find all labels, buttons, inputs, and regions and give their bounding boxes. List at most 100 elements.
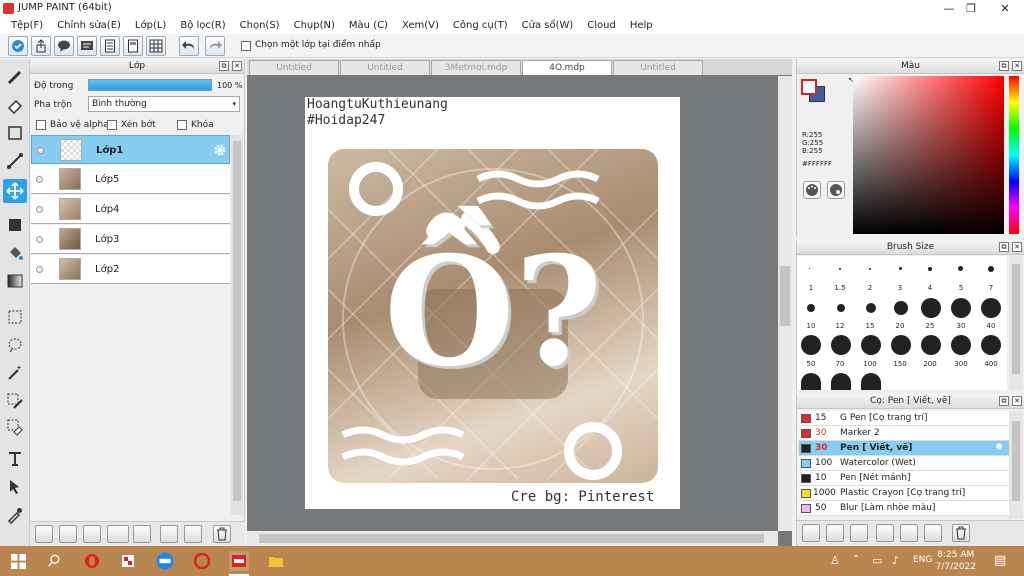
opera-app[interactable] [82,551,102,571]
brush-size-option[interactable] [891,335,911,355]
brush-size-option[interactable] [831,335,851,355]
palette-settings-button[interactable] [827,181,845,199]
new-layer-8bit-button[interactable] [59,525,77,543]
eraser-tool[interactable] [3,93,27,117]
brush-copy-button[interactable] [850,524,868,542]
brush-item[interactable]: 100 Watercolor (Wet) [799,456,1009,471]
canvas-horizontal-scrollbar[interactable] [247,531,778,546]
tray-chevron-icon[interactable]: ⌃ [852,554,860,565]
snipping-app[interactable] [118,551,138,571]
brush-size-option[interactable] [809,268,810,269]
brush-item[interactable]: 30 Pen [ Viết, vẽ] ✹ [799,441,1009,456]
people-icon[interactable]: ♙ [830,554,840,567]
lasso-tool[interactable] [3,333,27,357]
menu-edit[interactable]: Chỉnh sửa(E) [50,20,128,31]
popout-icon[interactable]: ⧉ [219,61,229,71]
text-tool[interactable] [3,447,27,471]
popout-icon[interactable]: ⧉ [999,61,1009,71]
brush-item[interactable]: 1000 Plastic Crayon [Cọ trang trí] [799,486,1009,501]
menu-filter[interactable]: Bộ lọc(R) [173,20,232,31]
brush-size-option[interactable] [958,266,963,271]
menu-color[interactable]: Màu (C) [342,20,395,31]
magic-wand-tool[interactable] [3,361,27,385]
network-icon[interactable]: ▭ [872,554,882,567]
foreground-color-swatch[interactable] [801,79,817,95]
popout-icon[interactable]: ⧉ [999,396,1009,406]
opera-gx-app[interactable] [192,551,212,571]
opacity-slider[interactable] [88,79,212,91]
select-pen-tool[interactable] [3,389,27,413]
layer-row[interactable]: Lớp2 [31,255,230,284]
line-tool[interactable] [3,149,27,173]
brush-item[interactable]: 30 Marker 2 [799,426,1009,441]
gear-icon[interactable] [213,143,227,157]
brush-size-option[interactable] [928,267,932,271]
language-indicator[interactable]: ENG [913,555,932,565]
lock-checkbox[interactable] [177,120,187,130]
brush-item[interactable]: 50 Blur [Làm nhòe màu] [799,501,1009,516]
layer-scrollbar[interactable] [231,135,243,515]
drawing-canvas[interactable]: HoangtuKuthieunang #Hoidap247 Ồ? Cre bg:… [305,97,680,509]
menu-help[interactable]: Help [623,20,660,31]
brush-new-button[interactable] [826,524,844,542]
new-layer-1bit-button[interactable] [83,525,101,543]
share-button[interactable] [31,36,51,56]
brush-size-option[interactable] [861,335,881,355]
select-layer-checkbox[interactable] [241,41,251,51]
brush-duplicate-button[interactable] [924,524,942,542]
tab-untitled-3[interactable]: Untitled [613,60,703,75]
visibility-toggle[interactable] [37,147,44,154]
gear-icon[interactable]: ✹ [995,441,1003,455]
notification-icon[interactable]: ▤ [994,553,1006,568]
menu-cloud[interactable]: Cloud [580,20,623,31]
palette-button[interactable] [803,181,821,199]
brush-size-option[interactable] [801,335,821,355]
maximize-button[interactable]: ❐ [956,0,986,17]
menu-select[interactable]: Chọn(S) [233,20,287,31]
brush-size-option[interactable] [869,268,871,270]
brush-item[interactable]: 10 Pen [Nét mảnh] [799,471,1009,486]
menu-file[interactable]: Tệp(F) [4,20,50,31]
brush-size-option[interactable] [951,335,971,355]
brush-folder-button[interactable] [900,524,918,542]
layer-row[interactable]: Lớp5 [31,165,230,194]
brush-size-option[interactable] [807,304,815,312]
brush-size-option[interactable] [831,373,851,390]
menu-window[interactable]: Cửa sổ(W) [515,20,581,31]
operation-tool[interactable] [3,475,27,499]
close-panel-icon[interactable]: ✕ [1012,396,1022,406]
brush-size-scrollbar[interactable] [1009,256,1023,390]
rectangle-tool[interactable] [3,121,27,145]
hue-slider[interactable] [1009,76,1019,234]
brush-size-option[interactable] [839,268,841,270]
merge-layer-button[interactable] [184,525,202,543]
visibility-toggle[interactable] [36,236,43,243]
brush-size-option[interactable] [988,266,994,272]
close-panel-icon[interactable]: ✕ [1012,61,1022,71]
search-button[interactable] [44,551,64,571]
close-panel-icon[interactable]: ✕ [232,61,242,71]
move-tool[interactable] [3,179,27,203]
brush-size-option[interactable] [837,304,845,312]
file-explorer-app[interactable] [266,551,286,571]
clock[interactable]: 8:25 AM 7/7/2022 [936,549,976,573]
popout-icon[interactable]: ⧉ [999,242,1009,252]
undo-button[interactable] [179,36,199,56]
brush-paste-button[interactable] [876,524,894,542]
add-layer-menu-button[interactable] [107,525,129,543]
tab-3metmoi[interactable]: 3Metmoi.mdp [431,60,521,75]
tab-4o[interactable]: 4O.mdp [522,60,612,75]
brush-size-option[interactable] [866,303,876,313]
brush-add-button[interactable] [802,524,820,542]
bucket-tool[interactable] [3,241,27,265]
brush-size-option[interactable] [801,373,821,390]
brush-size-option[interactable] [894,301,908,315]
comment-button[interactable] [77,36,97,56]
fill-rect-tool[interactable] [3,213,27,237]
duplicate-layer-button[interactable] [160,525,178,543]
grid-button[interactable] [146,36,166,56]
canvas-vertical-scrollbar[interactable] [778,76,792,531]
tab-untitled-1[interactable]: Untitled [249,60,339,75]
brush-size-option[interactable] [981,335,1001,355]
document-button[interactable] [123,36,143,56]
